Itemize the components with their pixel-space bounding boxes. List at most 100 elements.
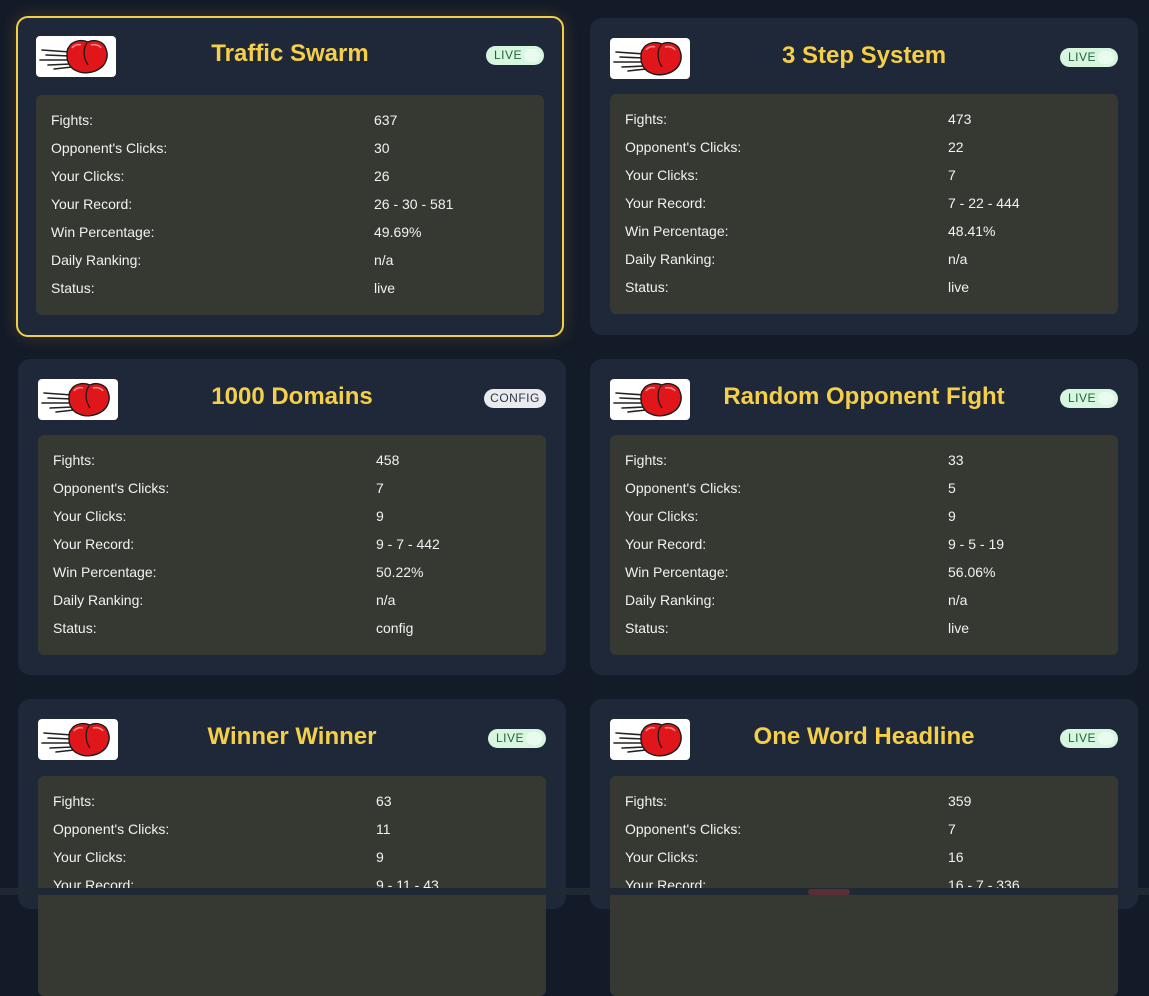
status-badge: LIVE bbox=[1060, 729, 1118, 748]
stat-value: live bbox=[948, 279, 970, 295]
stat-value: 9 bbox=[948, 508, 956, 524]
stat-value: 7 bbox=[376, 480, 384, 496]
stat-value: 359 bbox=[948, 793, 972, 809]
boxing-glove-icon bbox=[38, 719, 118, 760]
stat-row: Status: live bbox=[36, 276, 544, 300]
card-title: Traffic Swarm bbox=[211, 40, 369, 67]
stats-panel: Fights: 458 Opponent's Clicks: 7 Your Clicks… bbox=[38, 435, 546, 655]
stat-row: Fights: 473 bbox=[610, 107, 1118, 131]
stat-label: Fights: bbox=[625, 111, 668, 127]
stat-row: Your Clicks: 9 bbox=[38, 845, 546, 869]
card-header: Winner Winner LIVE bbox=[18, 699, 566, 775]
stat-value: 9 bbox=[376, 508, 384, 524]
boxing-glove-icon bbox=[610, 379, 690, 420]
fight-card[interactable]: Traffic Swarm LIVE Fights: 637 Opponent's … bbox=[16, 16, 564, 337]
bottom-taskbar-strip bbox=[0, 888, 1149, 895]
stat-row: Opponent's Clicks: 11 bbox=[38, 817, 546, 841]
status-badge: LIVE bbox=[1060, 48, 1118, 67]
stat-value: 30 bbox=[374, 140, 390, 156]
stats-panel: Fights: 63 Opponent's Clicks: 11 Your Clicks… bbox=[38, 776, 546, 996]
stat-value: 49.69% bbox=[374, 224, 422, 240]
stat-row: Fights: 33 bbox=[610, 448, 1118, 472]
card-header: Random Opponent Fight LIVE bbox=[590, 359, 1138, 435]
stat-label: Win Percentage: bbox=[51, 224, 155, 240]
stat-row: Fights: 637 bbox=[36, 108, 544, 132]
stat-row: Daily Ranking: n/a bbox=[610, 588, 1118, 612]
stat-row: Opponent's Clicks: 7 bbox=[38, 476, 546, 500]
stat-label: Your Record: bbox=[53, 536, 135, 552]
stat-label: Your Clicks: bbox=[51, 168, 125, 184]
stat-label: Your Clicks: bbox=[53, 849, 127, 865]
stat-row: Your Clicks: 9 bbox=[38, 504, 546, 528]
stat-row: Your Clicks: 16 bbox=[610, 845, 1118, 869]
status-badge: LIVE bbox=[486, 46, 544, 65]
card-title: Winner Winner bbox=[207, 723, 377, 750]
card-title: Random Opponent Fight bbox=[723, 383, 1005, 410]
stat-row: Fights: 458 bbox=[38, 448, 546, 472]
fight-card[interactable]: Winner Winner LIVE Fights: 63 Opponent's C… bbox=[18, 699, 566, 996]
stat-value: live bbox=[374, 280, 396, 296]
stat-value: 7 - 22 - 444 bbox=[948, 195, 1020, 211]
card-header: 3 Step System LIVE bbox=[590, 18, 1138, 94]
stats-panel: Fights: 359 Opponent's Clicks: 7 Your Clicks… bbox=[610, 776, 1118, 996]
card-title: 3 Step System bbox=[781, 42, 947, 69]
fight-card[interactable]: 1000 Domains CONFIG Fights: 458 Opponent's… bbox=[18, 359, 566, 675]
stat-label: Your Clicks: bbox=[625, 167, 699, 183]
stat-label: Fights: bbox=[625, 793, 668, 809]
stat-label: Your Record: bbox=[51, 196, 133, 212]
stat-row: Win Percentage: 48.41% bbox=[610, 219, 1118, 243]
status-badge: CONFIG bbox=[484, 389, 546, 408]
stat-row: Your Clicks: 9 bbox=[610, 504, 1118, 528]
stat-label: Status: bbox=[625, 620, 669, 636]
stat-label: Fights: bbox=[51, 112, 94, 128]
stat-value: 26 - 30 - 581 bbox=[374, 196, 454, 212]
stat-value: 473 bbox=[948, 111, 972, 127]
stat-row: Your Record: 26 - 30 - 581 bbox=[36, 192, 544, 216]
stat-label: Your Record: bbox=[625, 195, 707, 211]
stat-row: Opponent's Clicks: 7 bbox=[610, 817, 1118, 841]
fight-card[interactable]: Random Opponent Fight LIVE Fights: 33 Oppo… bbox=[590, 359, 1138, 675]
fight-card-grid: Traffic Swarm LIVE Fights: 637 Opponent's … bbox=[0, 0, 1149, 996]
boxing-glove-icon bbox=[610, 38, 690, 79]
boxing-glove-icon bbox=[38, 379, 118, 420]
boxing-glove-icon bbox=[36, 36, 116, 77]
stat-label: Win Percentage: bbox=[53, 564, 157, 580]
stat-label: Your Record: bbox=[625, 536, 707, 552]
stat-label: Opponent's Clicks: bbox=[625, 821, 742, 837]
stat-label: Status: bbox=[51, 280, 95, 296]
stat-value: 637 bbox=[374, 112, 398, 128]
stat-label: Daily Ranking: bbox=[51, 252, 142, 268]
stat-value: 9 - 5 - 19 bbox=[948, 536, 1005, 552]
stat-value: 458 bbox=[376, 452, 400, 468]
stat-label: Opponent's Clicks: bbox=[51, 140, 168, 156]
stat-value: 50.22% bbox=[376, 564, 424, 580]
stat-row: Your Record: 9 - 7 - 442 bbox=[38, 532, 546, 556]
stat-value: n/a bbox=[948, 251, 968, 267]
status-badge: LIVE bbox=[1060, 389, 1118, 408]
stat-value: n/a bbox=[948, 592, 968, 608]
stat-value: 26 bbox=[374, 168, 390, 184]
stat-row: Fights: 63 bbox=[38, 789, 546, 813]
stat-label: Fights: bbox=[625, 452, 668, 468]
stat-value: live bbox=[948, 620, 970, 636]
stat-label: Opponent's Clicks: bbox=[625, 480, 742, 496]
stat-value: config bbox=[376, 620, 414, 636]
fight-card[interactable]: One Word Headline LIVE Fights: 359 Opponen… bbox=[590, 699, 1138, 996]
stat-value: 9 bbox=[376, 849, 384, 865]
fight-card[interactable]: 3 Step System LIVE Fights: 473 Opponent's … bbox=[590, 18, 1138, 335]
stat-row: Daily Ranking: n/a bbox=[36, 248, 544, 272]
card-title: One Word Headline bbox=[753, 723, 975, 750]
stat-label: Status: bbox=[53, 620, 97, 636]
stat-row: Status: config bbox=[38, 616, 546, 640]
stat-row: Win Percentage: 50.22% bbox=[38, 560, 546, 584]
card-header: 1000 Domains CONFIG bbox=[18, 359, 566, 435]
scroll-indicator[interactable] bbox=[808, 889, 850, 895]
stat-row: Daily Ranking: n/a bbox=[610, 247, 1118, 271]
stat-value: 5 bbox=[948, 480, 956, 496]
stat-row: Opponent's Clicks: 30 bbox=[36, 136, 544, 160]
stat-value: 56.06% bbox=[948, 564, 996, 580]
stats-panel: Fights: 637 Opponent's Clicks: 30 Your Click… bbox=[36, 95, 544, 315]
stat-value: 16 bbox=[948, 849, 964, 865]
stat-row: Opponent's Clicks: 5 bbox=[610, 476, 1118, 500]
stats-panel: Fights: 473 Opponent's Clicks: 22 Your Click… bbox=[610, 94, 1118, 314]
